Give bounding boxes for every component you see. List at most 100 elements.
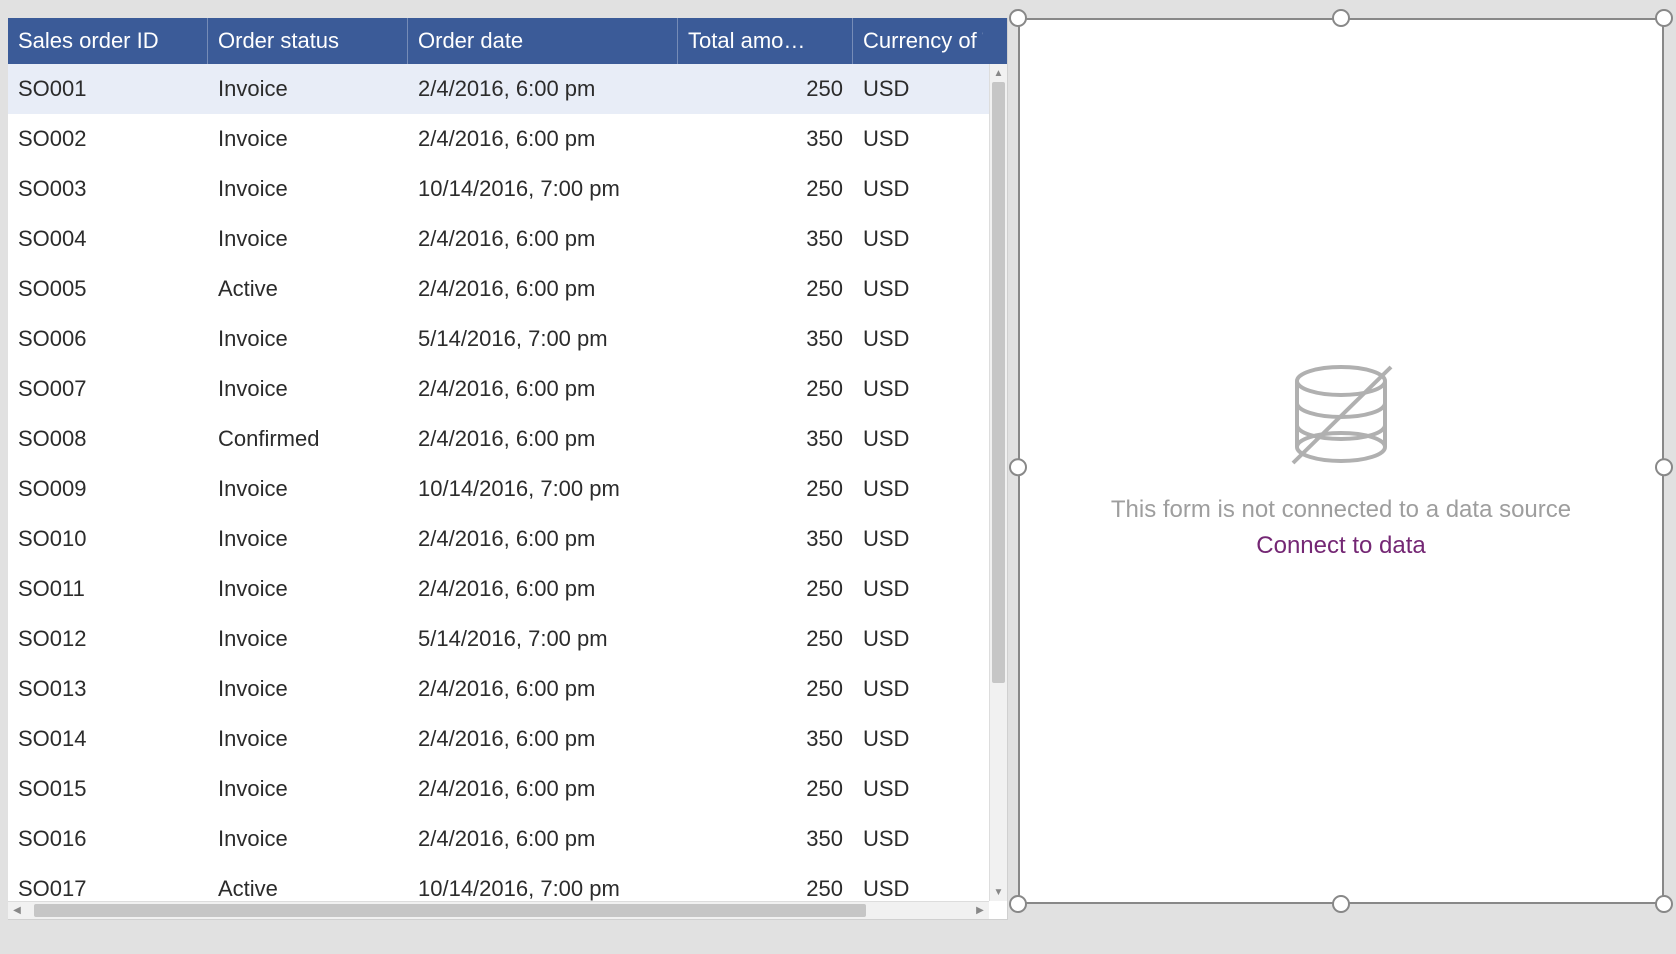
cell-total-amount: 350 (678, 526, 853, 552)
cell-order-date: 2/4/2016, 6:00 pm (408, 276, 678, 302)
cell-sales-order-id: SO010 (8, 526, 208, 552)
scroll-down-icon[interactable]: ▼ (990, 883, 1007, 901)
cell-currency: USD (853, 726, 983, 752)
table-row[interactable]: SO011Invoice2/4/2016, 6:00 pm250USD (8, 564, 1007, 614)
cell-sales-order-id: SO001 (8, 76, 208, 102)
cell-order-date: 2/4/2016, 6:00 pm (408, 126, 678, 152)
form-placeholder-box[interactable]: This form is not connected to a data sou… (1018, 18, 1664, 904)
table-row[interactable]: SO005Active2/4/2016, 6:00 pm250USD (8, 264, 1007, 314)
table-row[interactable]: SO008Confirmed2/4/2016, 6:00 pm350USD (8, 414, 1007, 464)
cell-sales-order-id: SO015 (8, 776, 208, 802)
cell-total-amount: 250 (678, 76, 853, 102)
resize-handle-middle-right[interactable] (1655, 458, 1673, 476)
cell-sales-order-id: SO003 (8, 176, 208, 202)
table-row[interactable]: SO013Invoice2/4/2016, 6:00 pm250USD (8, 664, 1007, 714)
resize-handle-bottom-left[interactable] (1009, 895, 1027, 913)
resize-handle-top-left[interactable] (1009, 9, 1027, 27)
cell-order-status: Invoice (208, 76, 408, 102)
cell-order-status: Active (208, 876, 408, 902)
cell-currency: USD (853, 676, 983, 702)
cell-sales-order-id: SO005 (8, 276, 208, 302)
cell-currency: USD (853, 526, 983, 552)
cell-total-amount: 250 (678, 376, 853, 402)
cell-order-date: 2/4/2016, 6:00 pm (408, 726, 678, 752)
cell-sales-order-id: SO004 (8, 226, 208, 252)
table-row[interactable]: SO003Invoice10/14/2016, 7:00 pm250USD (8, 164, 1007, 214)
cell-total-amount: 350 (678, 726, 853, 752)
table-row[interactable]: SO015Invoice2/4/2016, 6:00 pm250USD (8, 764, 1007, 814)
resize-handle-top-middle[interactable] (1332, 9, 1350, 27)
column-header-order-status[interactable]: Order status (208, 18, 408, 64)
cell-currency: USD (853, 176, 983, 202)
table-row[interactable]: SO012Invoice5/14/2016, 7:00 pm250USD (8, 614, 1007, 664)
cell-order-date: 10/14/2016, 7:00 pm (408, 176, 678, 202)
column-header-order-date[interactable]: Order date (408, 18, 678, 64)
cell-currency: USD (853, 376, 983, 402)
cell-sales-order-id: SO002 (8, 126, 208, 152)
cell-order-date: 2/4/2016, 6:00 pm (408, 426, 678, 452)
cell-currency: USD (853, 476, 983, 502)
table-row[interactable]: SO004Invoice2/4/2016, 6:00 pm350USD (8, 214, 1007, 264)
cell-total-amount: 250 (678, 576, 853, 602)
table-row[interactable]: SO014Invoice2/4/2016, 6:00 pm350USD (8, 714, 1007, 764)
form-placeholder-message: This form is not connected to a data sou… (1111, 496, 1571, 524)
cell-total-amount: 350 (678, 426, 853, 452)
table-row[interactable]: SO007Invoice2/4/2016, 6:00 pm250USD (8, 364, 1007, 414)
cell-order-status: Invoice (208, 726, 408, 752)
cell-order-status: Invoice (208, 826, 408, 852)
cell-sales-order-id: SO014 (8, 726, 208, 752)
cell-order-status: Invoice (208, 476, 408, 502)
cell-order-date: 2/4/2016, 6:00 pm (408, 776, 678, 802)
scroll-right-icon[interactable]: ▶ (971, 902, 989, 919)
scroll-thumb[interactable] (992, 82, 1005, 683)
cell-order-status: Confirmed (208, 426, 408, 452)
form-control-selected[interactable]: This form is not connected to a data sou… (1014, 18, 1668, 920)
cell-currency: USD (853, 126, 983, 152)
connect-to-data-link[interactable]: Connect to data (1256, 532, 1425, 560)
cell-sales-order-id: SO017 (8, 876, 208, 902)
cell-sales-order-id: SO013 (8, 676, 208, 702)
cell-currency: USD (853, 76, 983, 102)
cell-order-date: 5/14/2016, 7:00 pm (408, 326, 678, 352)
cell-order-status: Invoice (208, 526, 408, 552)
cell-sales-order-id: SO016 (8, 826, 208, 852)
table-row[interactable]: SO009Invoice10/14/2016, 7:00 pm250USD (8, 464, 1007, 514)
database-disconnected-icon (1281, 363, 1401, 478)
cell-currency: USD (853, 876, 983, 902)
resize-handle-top-right[interactable] (1655, 9, 1673, 27)
sales-order-table: Sales order ID Order status Order date T… (8, 18, 1008, 920)
table-row[interactable]: SO010Invoice2/4/2016, 6:00 pm350USD (8, 514, 1007, 564)
cell-currency: USD (853, 576, 983, 602)
horizontal-scrollbar[interactable]: ◀ ▶ (8, 901, 989, 919)
scroll-track-h[interactable] (26, 902, 971, 919)
column-header-sales-order-id[interactable]: Sales order ID (8, 18, 208, 64)
cell-sales-order-id: SO006 (8, 326, 208, 352)
cell-order-date: 2/4/2016, 6:00 pm (408, 526, 678, 552)
cell-currency: USD (853, 426, 983, 452)
table-body: SO001Invoice2/4/2016, 6:00 pm250USDSO002… (8, 64, 1007, 919)
column-header-currency[interactable]: Currency of T (853, 18, 983, 64)
table-row[interactable]: SO001Invoice2/4/2016, 6:00 pm250USD (8, 64, 1007, 114)
scroll-up-icon[interactable]: ▲ (990, 64, 1007, 82)
cell-order-status: Invoice (208, 226, 408, 252)
table-row[interactable]: SO006Invoice5/14/2016, 7:00 pm350USD (8, 314, 1007, 364)
cell-total-amount: 350 (678, 326, 853, 352)
table-row[interactable]: SO002Invoice2/4/2016, 6:00 pm350USD (8, 114, 1007, 164)
cell-sales-order-id: SO009 (8, 476, 208, 502)
cell-total-amount: 250 (678, 176, 853, 202)
cell-currency: USD (853, 776, 983, 802)
resize-handle-bottom-right[interactable] (1655, 895, 1673, 913)
column-header-total-amount[interactable]: Total amo… (678, 18, 853, 64)
vertical-scrollbar[interactable]: ▲ ▼ (989, 64, 1007, 901)
scroll-track[interactable] (990, 82, 1007, 883)
cell-total-amount: 250 (678, 276, 853, 302)
scroll-left-icon[interactable]: ◀ (8, 902, 26, 919)
cell-total-amount: 250 (678, 876, 853, 902)
cell-order-date: 2/4/2016, 6:00 pm (408, 576, 678, 602)
cell-sales-order-id: SO012 (8, 626, 208, 652)
scroll-thumb-h[interactable] (34, 904, 866, 917)
resize-handle-bottom-middle[interactable] (1332, 895, 1350, 913)
cell-total-amount: 250 (678, 476, 853, 502)
resize-handle-middle-left[interactable] (1009, 458, 1027, 476)
table-row[interactable]: SO016Invoice2/4/2016, 6:00 pm350USD (8, 814, 1007, 864)
